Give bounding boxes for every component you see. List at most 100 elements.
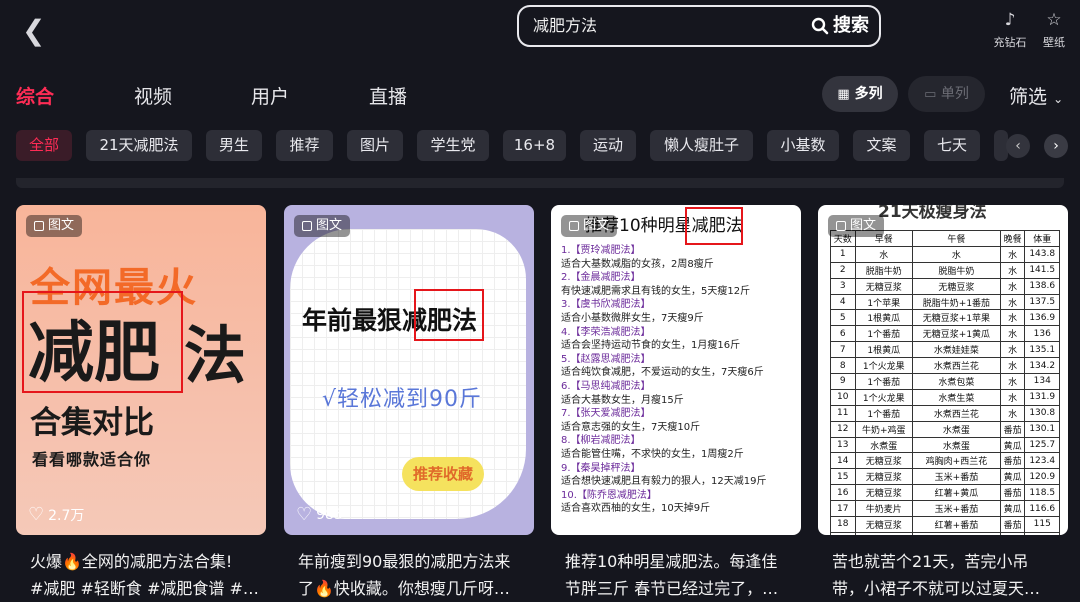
tab-live[interactable]: 直播 [369, 82, 407, 109]
tab-users[interactable]: 用户 [251, 82, 289, 109]
result-card[interactable]: 推荐10种明星减肥法 图文 1.【贾玲减肥法】 适合大基数减脂的女孩，2周8瘦斤 2… [551, 205, 801, 535]
chip-seven-days[interactable]: 七天 [924, 130, 980, 161]
image-text-badge: 图文 [828, 215, 885, 237]
table-cell: 136.9 [1024, 309, 1060, 327]
like-count: ♡ 2.7万 [28, 504, 84, 525]
card-caption[interactable]: 苦也就苦个21天，苦完小吊 带，小裙子不就可以过夏天… [832, 548, 1080, 602]
table-cell: 8 [830, 357, 856, 375]
badge-label: 图文 [316, 218, 343, 233]
table-row: 16 无糖豆浆 红薯+黄瓜 番茄 118.5 [830, 484, 1060, 502]
table-cell: 4 [830, 293, 856, 311]
table-cell: 水煮生菜 [911, 388, 1001, 406]
chip-all[interactable]: 全部 [16, 130, 72, 161]
cover-title-part: 年前最狠 [302, 306, 403, 335]
chip-21day[interactable]: 21天减肥法 [86, 130, 192, 161]
cover-title: 21天极瘦身法 [878, 205, 987, 222]
result-card[interactable]: 图文 年前最狠减肥法 √轻松减到90斤 推荐收藏 ♡ 985 [284, 205, 534, 535]
chevron-down-icon: ⌄ [1053, 92, 1064, 106]
cover-subtitle: √轻松减到90斤 [322, 387, 483, 412]
recharge-button[interactable]: ♪ 充钻石 [988, 10, 1032, 50]
table-cell: 2 [830, 261, 856, 279]
highlight-box [414, 289, 484, 341]
table-cell: 19 [830, 531, 856, 535]
table-cell: 1个苹果 [854, 293, 913, 311]
divider [16, 178, 1064, 188]
table-cell: 水煮蛋 [854, 436, 913, 454]
cover-line3: 看看哪款适合你 [32, 450, 152, 469]
single-view-icon: ▭ [924, 87, 937, 102]
card-caption[interactable]: 火爆🔥全网的减肥方法合集! #减肥 #轻断食 #减肥食谱 #… [30, 548, 280, 602]
table-row: 3 无糖豆浆 无糖豆浆水 138.6 [830, 277, 1060, 295]
chip-recommend[interactable]: 推荐 [276, 130, 333, 161]
chip-images[interactable]: 图片 [347, 130, 403, 161]
table-cell: 水 [999, 341, 1026, 359]
table-cell: 水煮娃娃菜 [911, 341, 1001, 359]
single-view-label: 单列 [940, 86, 969, 102]
chip-students[interactable]: 学生党 [417, 130, 489, 161]
table-cell: 116.6 [1024, 500, 1060, 518]
tab-comprehensive[interactable]: 综合 [16, 82, 54, 109]
table-cell: 鸡胸肉+西兰花 [911, 452, 1001, 470]
table-cell: 水煮蛋 [911, 436, 1001, 454]
table-cell: 120.9 [1024, 468, 1060, 486]
back-icon[interactable]: ❮ [22, 17, 45, 45]
search-button[interactable]: 搜索 [811, 7, 869, 45]
result-card[interactable]: 21天极瘦身法 天数 早餐 午餐 晚餐 体重 1 水水水 143.8 2 脱脂牛奶 脱脂牛奶水 14… [818, 205, 1068, 535]
image-text-icon [34, 221, 44, 231]
chip-male[interactable]: 男生 [206, 130, 262, 161]
cover-big-text: 减肥 [28, 313, 160, 391]
search-box[interactable]: 减肥方法 搜索 [517, 5, 881, 47]
table-row: 14 无糖豆浆 鸡胸肉+西兰花 番茄 123.4 [830, 452, 1060, 470]
table-cell: 红薯+黄瓜 [911, 484, 1001, 502]
heart-icon: ♡ [296, 504, 313, 525]
chip-exercise[interactable]: 运动 [580, 130, 636, 161]
table-cell: 水 [999, 325, 1026, 343]
chevron-right-icon[interactable]: › [1044, 134, 1068, 158]
badge-label: 图文 [48, 218, 75, 233]
table-cell: 1根黄瓜 [854, 341, 913, 359]
filter-button[interactable]: 筛选 ⌄ [1009, 82, 1063, 109]
table-cell: 130.1 [1024, 420, 1060, 438]
table-cell: 无糖豆浆 [854, 468, 913, 486]
caption-line2: 了🔥快收藏。你想瘦几斤呀… [298, 579, 510, 598]
table-cell: 水 [999, 309, 1026, 327]
chevron-left-icon[interactable]: ‹ [1006, 134, 1030, 158]
table-cell: 5 [830, 309, 856, 327]
table-cell: 14 [830, 452, 856, 470]
star-icon: ☆ [1046, 10, 1062, 30]
search-button-label: 搜索 [833, 15, 869, 36]
chip-small-base[interactable]: 小基数 [767, 130, 839, 161]
cover-big-text-2: 法 [184, 319, 247, 392]
wallpaper-button[interactable]: ☆ 壁纸 [1032, 10, 1076, 50]
search-icon [811, 17, 829, 35]
like-count-value: 2.7万 [48, 507, 85, 524]
table-cell: 17 [830, 500, 856, 518]
table-cell: 3 [830, 277, 856, 295]
chip-16-8[interactable]: 16+8 [503, 130, 566, 161]
table-cell: 水煮西兰花 [911, 404, 1001, 422]
table-row: 5 1根黄瓜 无糖豆浆+1苹果水 136.9 [830, 309, 1060, 327]
result-card[interactable]: 图文 全网最火 减肥 法 合集对比 看看哪款适合你 ♡ 2.7万 [16, 205, 266, 535]
single-view-button[interactable]: ▭ 单列 [908, 76, 985, 112]
card-caption[interactable]: 推荐10种明星减肥法。每逢佳 节胖三斤 春节已经过完了，… [565, 548, 815, 602]
grid-icon: ▦ [837, 87, 850, 102]
table-cell: 水 [999, 293, 1026, 311]
tab-video[interactable]: 视频 [134, 82, 172, 109]
badge-label: 图文 [583, 218, 610, 233]
card-caption[interactable]: 年前瘦到90最狠的减肥方法来 了🔥快收藏。你想瘦几斤呀… [298, 548, 548, 602]
table-row: 11 1个番茄 水煮西兰花水 130.8 [830, 404, 1060, 422]
table-cell: 牛奶麦片 [854, 531, 913, 535]
table-cell: 无糖豆浆+1黄瓜 [911, 325, 1001, 343]
table-cell: 水 [999, 404, 1026, 422]
search-input[interactable]: 减肥方法 [533, 7, 597, 45]
table-cell: 水 [999, 261, 1026, 279]
grid-view-button[interactable]: ▦ 多列 [822, 76, 898, 112]
chip-lazy-belly[interactable]: 懒人瘦肚子 [650, 130, 753, 161]
table-cell: 番茄 [999, 516, 1026, 533]
chip-copywriting[interactable]: 文案 [853, 130, 910, 161]
caption-line1: 推荐10种明星减肥法。每逢佳 [565, 552, 778, 571]
table-cell: 15 [830, 468, 856, 486]
table-row: 18 无糖豆浆 红薯+番茄 番茄 115 [830, 516, 1060, 533]
table-cell: 118.5 [1024, 484, 1060, 502]
image-text-icon [302, 221, 312, 231]
